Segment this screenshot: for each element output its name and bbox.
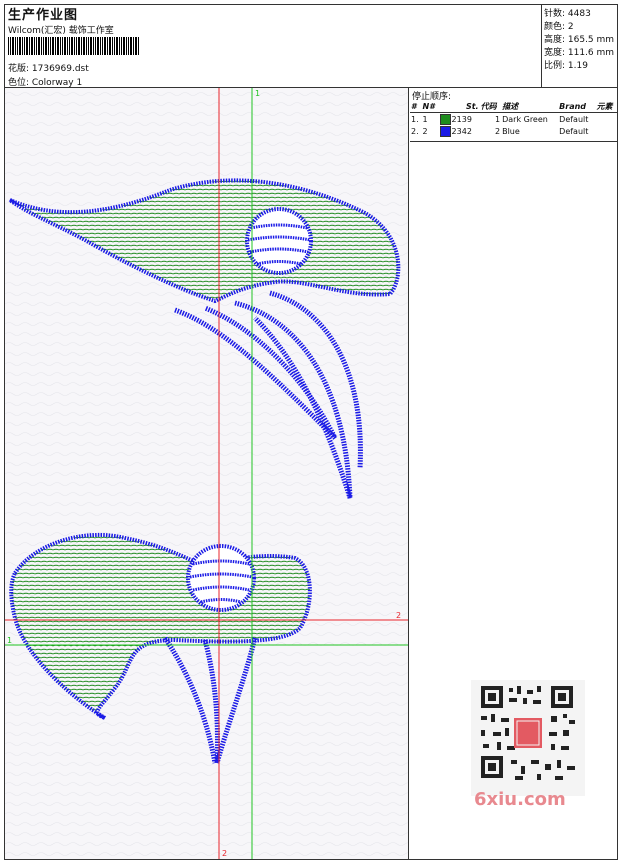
row-code: 2 bbox=[495, 126, 501, 136]
row-stitch-count: 2342 bbox=[451, 126, 472, 136]
row-index: 1. bbox=[411, 114, 419, 124]
col-header: 代码 bbox=[479, 100, 502, 113]
row-brand: Default bbox=[559, 114, 589, 124]
col-header: 元素 bbox=[595, 100, 617, 113]
embroidery-preview: 1 2 1 2 bbox=[5, 88, 408, 859]
top-ball bbox=[245, 207, 313, 275]
color-swatch bbox=[439, 125, 451, 137]
guide-label-vertical-green: 1 bbox=[255, 89, 260, 98]
panel-divider bbox=[410, 141, 617, 142]
row-element bbox=[595, 113, 617, 126]
row-description: Blue bbox=[502, 126, 520, 136]
guide-label-vertical-red: 2 bbox=[222, 849, 227, 858]
row-element bbox=[595, 125, 617, 137]
col-header: N# bbox=[421, 100, 439, 113]
stat-width: 宽度: 111.6 mm bbox=[544, 48, 615, 58]
col-header: Brand bbox=[558, 100, 596, 113]
watermark-text: 6xiu.com bbox=[474, 789, 566, 810]
row-brand: Default bbox=[559, 126, 589, 136]
stat-scale: 比例: 1.19 bbox=[544, 61, 588, 71]
row-code: 1 bbox=[495, 114, 501, 124]
page-title: 生产作业图 bbox=[8, 8, 79, 23]
table-row: 2. 2 2342 2 Blue Default bbox=[410, 125, 617, 137]
guide-label-horizontal-red: 2 bbox=[396, 611, 401, 620]
color-swatch bbox=[439, 113, 451, 125]
row-description: Dark Green bbox=[502, 114, 548, 124]
table-row: 1. 1 2139 1 Dark Green Default bbox=[410, 113, 617, 126]
company-name: Wilcom(汇宏) 载饰工作室 bbox=[8, 26, 114, 36]
col-header: # bbox=[410, 100, 422, 113]
stat-colors: 颜色: 2 bbox=[544, 22, 574, 32]
row-index: 2. bbox=[411, 126, 419, 136]
guide-label-horizontal-green: 1 bbox=[7, 636, 12, 645]
stat-height: 高度: 165.5 mm bbox=[544, 35, 615, 45]
barcode bbox=[8, 37, 139, 55]
design-canvas: 1 2 1 2 bbox=[5, 88, 409, 859]
row-stitch-count: 2139 bbox=[451, 114, 472, 124]
stat-stitches: 针数: 4483 bbox=[544, 9, 591, 19]
table-header-row: # N# St. 代码 描述 Brand 元素 bbox=[410, 100, 617, 113]
design-filename: 花版: 1736969.dst bbox=[8, 64, 89, 74]
colorway-label: 色位: Colorway 1 bbox=[8, 78, 83, 88]
row-needle: 2 bbox=[422, 126, 428, 136]
row-stitches: 2139 bbox=[439, 113, 480, 126]
stop-sequence-table: # N# St. 代码 描述 Brand 元素 1. 1 2139 1 Dark… bbox=[410, 100, 617, 137]
row-stitches: 2342 bbox=[439, 125, 480, 137]
col-header: 描述 bbox=[501, 100, 559, 113]
col-header: St. bbox=[438, 100, 480, 113]
qr-code bbox=[471, 680, 585, 796]
row-needle: 1 bbox=[422, 114, 428, 124]
